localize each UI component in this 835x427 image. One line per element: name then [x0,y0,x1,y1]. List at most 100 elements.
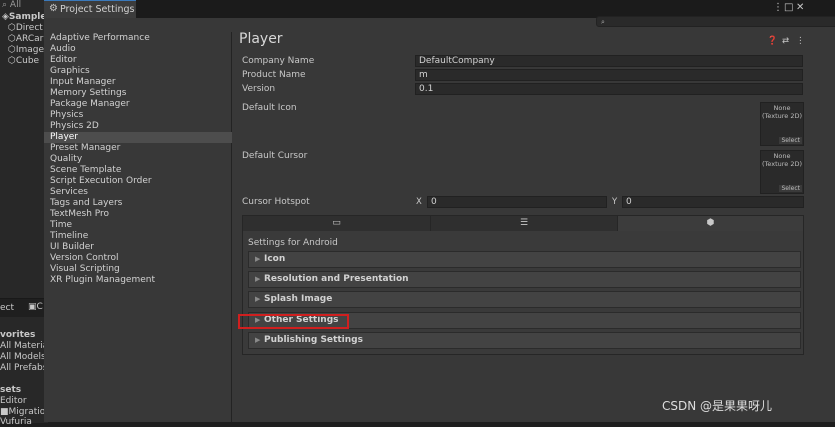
category-services[interactable]: Services [50,187,230,198]
section-icon[interactable]: ▶ Icon [248,251,801,268]
category-timeline[interactable]: Timeline [50,231,230,242]
product-name-field[interactable]: m [415,69,803,81]
watermark: CSDN @是果果呀儿 [662,399,773,413]
default-cursor-label: Default Cursor [242,151,308,161]
settings-for-label: Settings for Android [248,238,338,248]
texture-none-text: None [773,104,791,112]
category-physics-2d[interactable]: Physics 2D [50,121,230,132]
search-icon: ⌕ [601,18,605,26]
tab-console[interactable]: ▣C [28,302,43,312]
hierarchy-panel: ⌕ All ◈SampleS ⬡Direct ⬡ARCar ⬡Image ⬡Cu… [0,0,53,300]
version-label: Version [242,84,276,94]
settings-category-list: Adaptive Performance Audio Editor Graphi… [44,32,232,422]
category-adaptive-performance[interactable]: Adaptive Performance [50,33,230,44]
hierarchy-item[interactable]: ⬡Cube [8,56,39,66]
favorites-item[interactable]: All Prefabs [0,363,47,373]
more-icon[interactable]: ⋮ [773,2,783,13]
tab-project[interactable]: ect [0,303,14,313]
section-resolution-and-presentation[interactable]: ▶ Resolution and Presentation [248,271,801,288]
favorites-item[interactable]: All Material [0,341,51,351]
window-tab[interactable]: ⚙ Project Settings [44,0,136,18]
category-tags-and-layers[interactable]: Tags and Layers [50,198,230,209]
category-player[interactable]: Player [44,132,232,143]
category-input-manager[interactable]: Input Manager [50,77,230,88]
project-panel: ect ▣C vorites All Material All Models A… [0,298,51,427]
version-field[interactable]: 0.1 [415,83,803,95]
category-script-execution-order[interactable]: Script Execution Order [50,176,230,187]
hierarchy-item[interactable]: ⬡Image [8,45,44,55]
category-time[interactable]: Time [50,220,230,231]
category-audio[interactable]: Audio [50,44,230,55]
category-graphics[interactable]: Graphics [50,66,230,77]
cursor-hotspot-label: Cursor Hotspot [242,197,310,207]
company-name-label: Company Name [242,56,315,66]
texture-none-text: None [773,152,791,160]
project-settings-window: ⚙ Project Settings ⋮ □ ✕ ⌕ Adaptive Perf… [44,0,835,422]
default-cursor-select-button[interactable]: Select [779,185,802,192]
section-publishing-settings[interactable]: ▶ Publishing Settings [248,332,801,349]
category-quality[interactable]: Quality [50,154,230,165]
preset-icon[interactable]: ⇄ [782,36,789,46]
maximize-icon[interactable]: □ [784,2,793,13]
project-tabstrip: ect ▣C [0,299,48,317]
gameobject-icon: ⬡ [8,23,16,33]
default-cursor-field[interactable]: None (Texture 2D) Select [760,150,804,194]
category-scene-template[interactable]: Scene Template [50,165,230,176]
assets-item[interactable]: ■Migratio [0,407,45,417]
foldout-arrow-icon: ▶ [255,255,261,263]
monitor-icon: ▭ [332,218,341,228]
page-title: Player [239,31,283,47]
folder-icon: ■ [0,407,9,417]
category-version-control[interactable]: Version Control [50,253,230,264]
android-icon: ⬢ [706,218,715,228]
search-icon: ⌕ [2,0,8,10]
hotspot-x-label: X [416,197,422,207]
texture-type-text: (Texture 2D) [761,112,803,120]
favorites-item[interactable]: All Models [0,352,46,362]
default-icon-label: Default Icon [242,103,297,113]
hierarchy-item[interactable]: ⬡Direct [8,23,43,33]
section-label: Icon [264,254,286,264]
category-visual-scripting[interactable]: Visual Scripting [50,264,230,275]
help-icon[interactable]: ❓ [767,36,778,46]
assets-item[interactable]: Vufuria [0,417,32,427]
category-package-manager[interactable]: Package Manager [50,99,230,110]
default-icon-field[interactable]: None (Texture 2D) Select [760,102,804,146]
gameobject-icon: ⬡ [8,34,16,44]
category-physics[interactable]: Physics [50,110,230,121]
section-label: Splash Image [264,294,333,304]
console-icon: ▣ [28,302,37,312]
gameobject-icon: ⬡ [8,56,16,66]
category-editor[interactable]: Editor [50,55,230,66]
section-label: Resolution and Presentation [264,274,409,284]
product-name-label: Product Name [242,70,306,80]
section-splash-image[interactable]: ▶ Splash Image [248,291,801,308]
category-ui-builder[interactable]: UI Builder [50,242,230,253]
more-icon[interactable]: ⋮ [796,36,805,46]
category-textmesh-pro[interactable]: TextMesh Pro [50,209,230,220]
category-xr-plugin-management[interactable]: XR Plugin Management [50,275,230,286]
category-preset-manager[interactable]: Preset Manager [50,143,230,154]
tab-standalone[interactable]: ▭ [243,216,431,231]
assets-item[interactable]: Editor [0,396,27,406]
tab-webgl[interactable]: ☰ [431,216,618,231]
category-memory-settings[interactable]: Memory Settings [50,88,230,99]
hotspot-y-field[interactable]: 0 [622,196,804,208]
gameobject-icon: ⬡ [8,45,16,55]
tab-android[interactable]: ⬢ [618,216,803,231]
default-icon-select-button[interactable]: Select [779,137,802,144]
hierarchy-filter[interactable]: ⌕ All [2,0,21,10]
hotspot-x-field[interactable]: 0 [427,196,607,208]
company-name-field[interactable]: DefaultCompany [415,55,803,67]
foldout-arrow-icon: ▶ [255,336,261,344]
player-settings-pane: Player ❓ ⇄ ⋮ Company Name DefaultCompany… [233,31,835,422]
hierarchy-item[interactable]: ⬡ARCar [8,34,43,44]
webgl-icon: ☰ [519,218,529,228]
unity-scene-icon: ◈ [2,12,9,22]
foldout-arrow-icon: ▶ [255,275,261,283]
foldout-arrow-icon: ▶ [255,295,261,303]
close-icon[interactable]: ✕ [796,2,804,13]
texture-type-text: (Texture 2D) [761,160,803,168]
window-title: Project Settings [60,4,135,15]
search-input[interactable]: ⌕ [596,16,835,27]
